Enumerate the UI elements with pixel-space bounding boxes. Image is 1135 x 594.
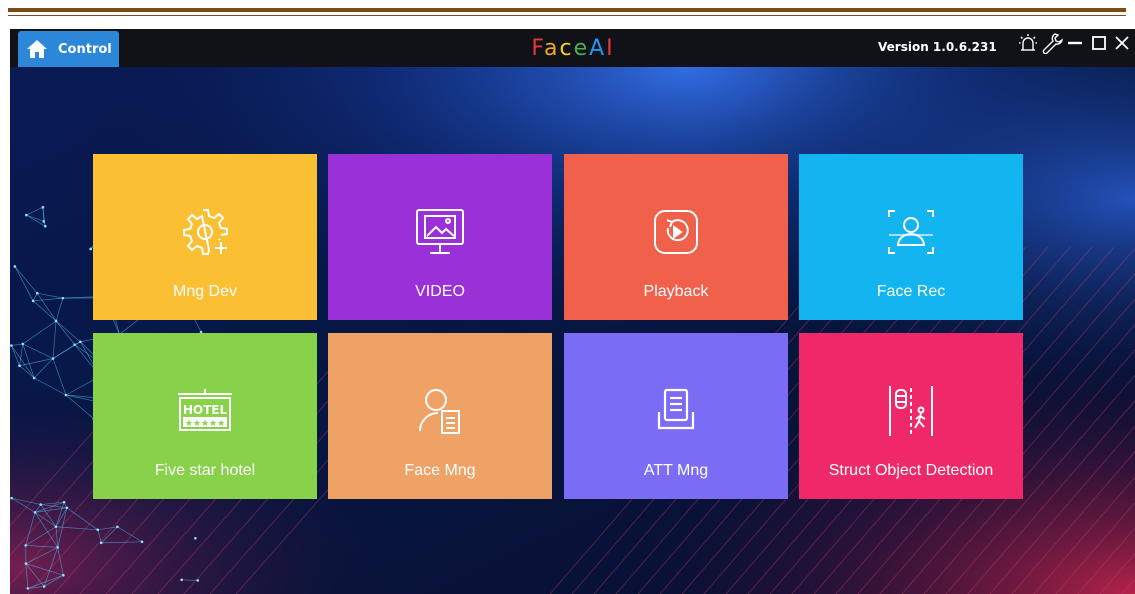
app-title-letter: A — [589, 36, 607, 61]
tile-att-mng[interactable]: ATT Mng — [564, 333, 788, 499]
face-recognition-icon — [799, 204, 1023, 260]
minimize-icon[interactable] — [1064, 32, 1086, 54]
app-title-letter: I — [606, 36, 615, 61]
document-rule-thick — [8, 8, 1126, 12]
settings-wrench-icon[interactable] — [1041, 32, 1063, 54]
tile-label: Face Mng — [404, 462, 476, 479]
close-icon[interactable] — [1111, 32, 1133, 54]
title-bar: Control FaceAI Version 1.0.6.231 — [10, 29, 1135, 67]
tile-face-rec[interactable]: Face Rec — [799, 154, 1023, 320]
app-title-letter: e — [573, 36, 590, 61]
maximize-icon[interactable] — [1088, 32, 1110, 54]
playback-icon — [564, 204, 788, 260]
tile-label: Playback — [643, 283, 709, 300]
tile-label: Five star hotel — [154, 462, 256, 479]
tile-playback[interactable]: Playback — [564, 154, 788, 320]
tile-five-star-hotel[interactable]: HOTEL ★★★★★ Five star hotel — [93, 333, 317, 499]
tile-label: ATT Mng — [643, 462, 709, 479]
hotel-stars: ★★★★★ — [185, 419, 225, 429]
tile-struct-object-detection[interactable]: Struct Object Detection — [799, 333, 1023, 499]
faceai-app-window: Control FaceAI Version 1.0.6.231 Mng Dev… — [10, 29, 1135, 594]
tile-label: Face Rec — [876, 283, 946, 300]
tile-label: VIDEO — [415, 283, 465, 300]
tile-mng-dev[interactable]: Mng Dev — [93, 154, 317, 320]
hotel-sign-text: HOTEL — [183, 403, 228, 417]
app-title-letter: c — [559, 36, 574, 61]
hotel-sign-icon: HOTEL ★★★★★ — [93, 383, 317, 439]
manage-device-gear-icon — [93, 204, 317, 260]
tile-face-mng[interactable]: Face Mng — [328, 333, 552, 499]
object-detection-icon — [799, 383, 1023, 439]
alarm-icon[interactable] — [1017, 32, 1039, 54]
version-text: Version 1.0.6.231 — [878, 40, 997, 54]
tile-video[interactable]: VIDEO — [328, 154, 552, 320]
app-title-letter: F — [531, 36, 544, 61]
tile-label: Struct Object Detection — [828, 462, 994, 479]
tile-label: Mng Dev — [172, 283, 238, 300]
face-management-icon — [328, 383, 552, 439]
background-graphic — [10, 67, 1135, 594]
document-rule-thin — [8, 15, 1126, 16]
attendance-icon — [564, 383, 788, 439]
app-title-letter: a — [543, 36, 560, 61]
video-monitor-icon — [328, 204, 552, 260]
